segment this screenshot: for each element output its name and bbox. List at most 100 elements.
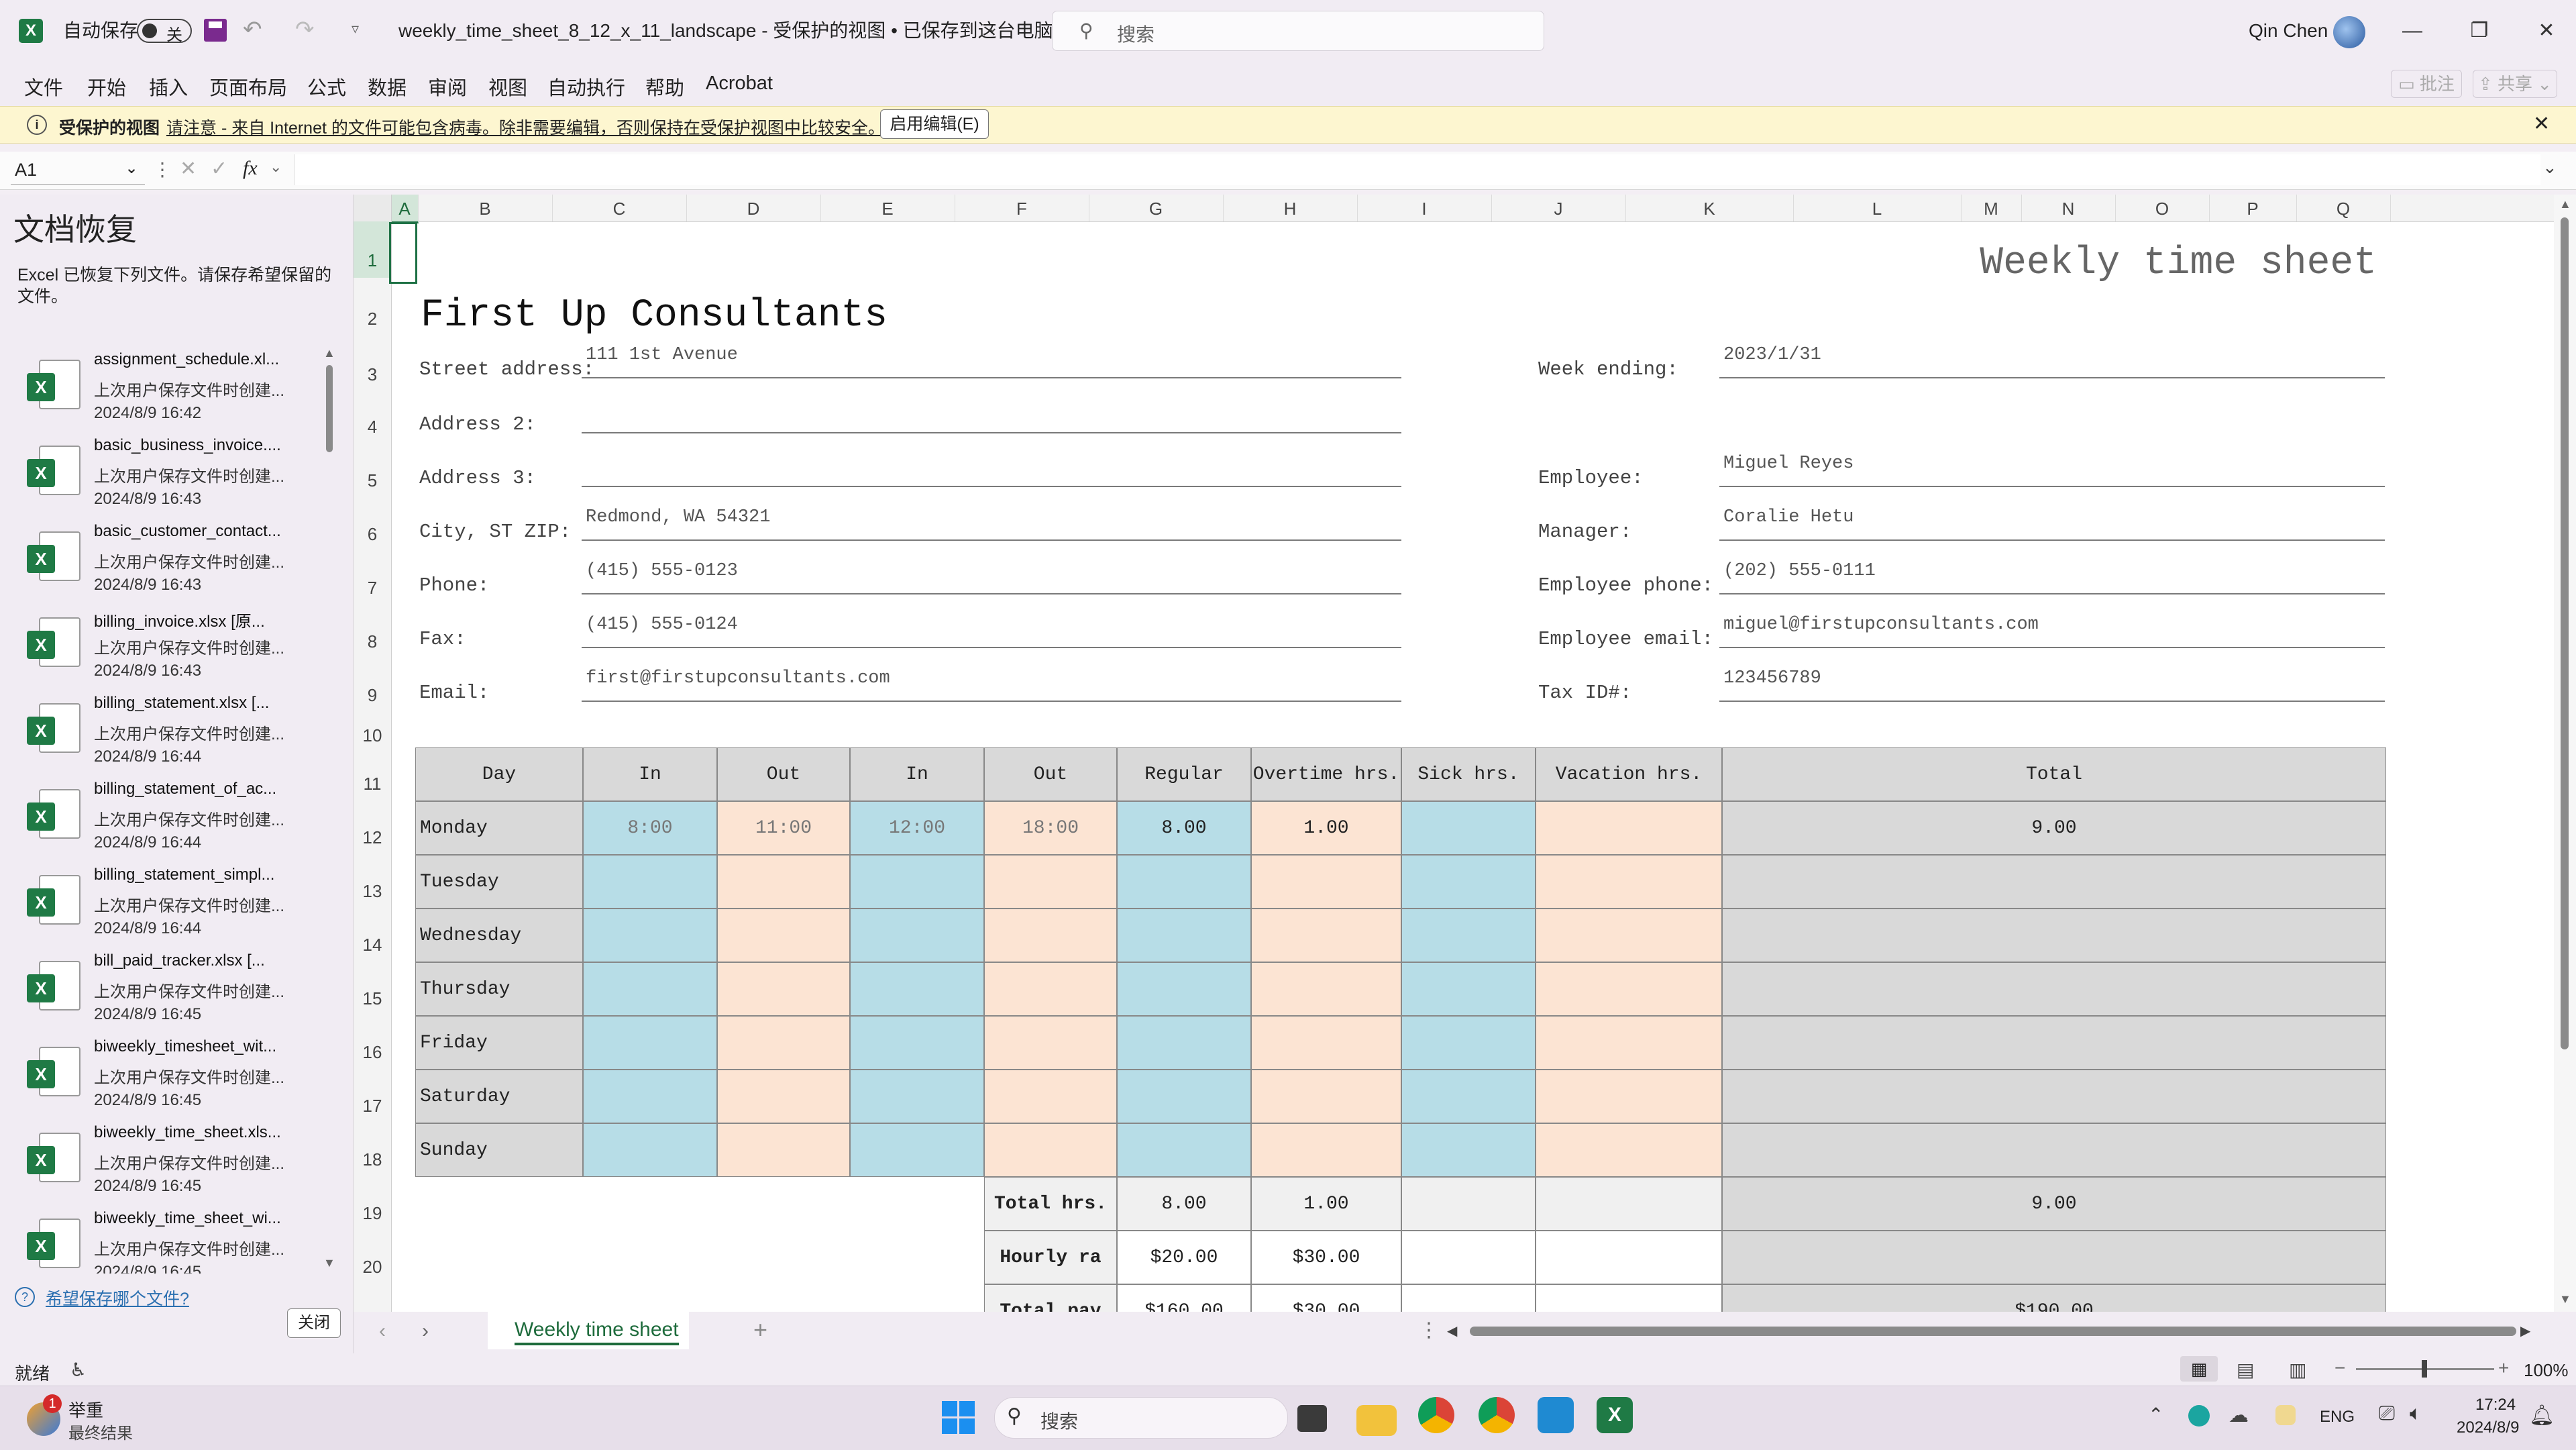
time-cell[interactable]: [1117, 1123, 1251, 1177]
time-cell[interactable]: [1722, 962, 2386, 1016]
company-name[interactable]: First Up Consultants: [421, 294, 888, 338]
time-cell[interactable]: [850, 1070, 984, 1123]
column-header-n[interactable]: N: [2021, 195, 2116, 221]
time-cell[interactable]: [1722, 909, 2386, 962]
menu-page-layout[interactable]: 页面布局: [209, 72, 287, 101]
sheet-tab-weekly-time-sheet[interactable]: Weekly time sheet: [488, 1312, 689, 1349]
sheet-heading[interactable]: Weekly time sheet: [1668, 242, 2377, 285]
column-header-g[interactable]: G: [1089, 195, 1224, 221]
time-cell[interactable]: [1117, 909, 1251, 962]
expand-formula-icon[interactable]: ⌄: [2542, 157, 2557, 178]
totals-cell[interactable]: [1722, 1231, 2386, 1284]
share-button[interactable]: ⇪ 共享 ⌄: [2473, 70, 2557, 98]
time-cell[interactable]: [583, 1016, 717, 1070]
row-header-19[interactable]: 19: [354, 1176, 391, 1229]
column-header-m[interactable]: M: [1961, 195, 2022, 221]
menu-home[interactable]: 开始: [87, 72, 126, 101]
tab-split-handle[interactable]: ⋮: [1419, 1318, 1439, 1342]
redo-icon[interactable]: ↷: [295, 16, 315, 43]
time-cell[interactable]: [1536, 909, 1722, 962]
column-header-k[interactable]: K: [1625, 195, 1794, 221]
totals-cell[interactable]: $30.00: [1251, 1284, 1401, 1312]
task-view-icon[interactable]: [1297, 1405, 1327, 1432]
column-header-a[interactable]: A: [391, 195, 419, 223]
time-cell[interactable]: [1401, 801, 1536, 855]
row-header-15[interactable]: 15: [354, 961, 391, 1015]
vscode-icon[interactable]: [1538, 1397, 1574, 1433]
row-header-3[interactable]: 3: [354, 337, 391, 391]
time-cell[interactable]: [1117, 962, 1251, 1016]
row-header-18[interactable]: 18: [354, 1122, 391, 1176]
prev-sheet-icon[interactable]: ‹: [379, 1320, 386, 1343]
time-cell[interactable]: [984, 1123, 1117, 1177]
close-window-button[interactable]: ✕: [2513, 0, 2576, 62]
time-cell[interactable]: [1401, 1123, 1536, 1177]
recovery-item[interactable]: Xassignment_schedule.xl... 上次用户保存文件时创建...…: [20, 348, 335, 433]
time-cell[interactable]: [583, 1123, 717, 1177]
time-cell[interactable]: [1722, 1016, 2386, 1070]
zoom-level[interactable]: 100%: [2524, 1360, 2569, 1381]
restore-button[interactable]: ❐: [2446, 0, 2513, 62]
h-scroll-right-icon[interactable]: ▶: [2520, 1323, 2530, 1339]
column-header-f[interactable]: F: [955, 195, 1089, 221]
time-cell[interactable]: [1401, 1070, 1536, 1123]
menu-formulas[interactable]: 公式: [307, 72, 346, 101]
row-header-14[interactable]: 14: [354, 907, 391, 961]
vertical-scrollbar[interactable]: ▲ ▼: [2554, 195, 2576, 1312]
zoom-slider[interactable]: [2356, 1360, 2494, 1378]
chrome-profile-icon[interactable]: [1479, 1397, 1515, 1433]
row-header-1[interactable]: 1: [354, 221, 391, 278]
field-value[interactable]: Miguel Reyes: [1723, 454, 1854, 474]
time-cell[interactable]: [1536, 1016, 1722, 1070]
time-cell[interactable]: [1117, 1016, 1251, 1070]
column-header-d[interactable]: D: [686, 195, 821, 221]
column-header-p[interactable]: P: [2209, 195, 2297, 221]
row-header-8[interactable]: 8: [354, 604, 391, 658]
totals-cell[interactable]: 8.00: [1117, 1177, 1251, 1231]
start-button[interactable]: [942, 1401, 975, 1435]
column-header-b[interactable]: B: [418, 195, 553, 221]
field-value[interactable]: 111 1st Avenue: [586, 345, 738, 365]
time-cell[interactable]: [1251, 1070, 1401, 1123]
column-header-i[interactable]: I: [1357, 195, 1492, 221]
totals-cell[interactable]: 1.00: [1251, 1177, 1401, 1231]
h-scroll-left-icon[interactable]: ◀: [1447, 1323, 1457, 1339]
time-cell[interactable]: 8:00: [583, 801, 717, 855]
worksheet-grid[interactable]: ABCDEFGHIJKLMNOPQ 1 2 3 4 5 6 7 8 9 10 11 12 13 14 15 1…: [354, 195, 2554, 1312]
zoom-in-icon[interactable]: +: [2498, 1357, 2509, 1379]
comment-button[interactable]: ▭ 批注: [2391, 70, 2462, 98]
next-sheet-icon[interactable]: ›: [422, 1320, 429, 1343]
time-cell[interactable]: 1.00: [1251, 801, 1401, 855]
row-header-7[interactable]: 7: [354, 550, 391, 604]
time-cell[interactable]: [984, 962, 1117, 1016]
cancel-icon[interactable]: ✕: [180, 157, 197, 180]
name-box[interactable]: A1 ⌄: [11, 156, 145, 185]
row-header-10[interactable]: 10: [354, 711, 391, 746]
totals-cell[interactable]: [1401, 1284, 1536, 1312]
onedrive-icon[interactable]: ☁: [2229, 1404, 2249, 1427]
taskbar-search[interactable]: ⚲ 搜索: [994, 1397, 1288, 1439]
time-cell[interactable]: [1401, 855, 1536, 909]
recovery-item[interactable]: Xbill_paid_tracker.xlsx [... 上次用户保存文件时创建.…: [20, 949, 335, 1035]
v-scroll-thumb[interactable]: [2561, 217, 2569, 1049]
menu-data[interactable]: 数据: [368, 72, 407, 101]
recovery-scrollbar[interactable]: ▲ ▼: [323, 346, 335, 1272]
time-cell[interactable]: [583, 909, 717, 962]
totals-cell[interactable]: 9.00: [1722, 1177, 2386, 1231]
time-cell[interactable]: [1536, 1123, 1722, 1177]
time-cell[interactable]: [1722, 855, 2386, 909]
user-name[interactable]: Qin Chen: [2249, 0, 2328, 62]
avatar[interactable]: [2333, 16, 2365, 48]
recovery-item[interactable]: Xbilling_statement_of_ac... 上次用户保存文件时创建..…: [20, 777, 335, 863]
fx-dropdown-icon[interactable]: ⌄: [270, 158, 282, 176]
enter-icon[interactable]: ✓: [211, 157, 227, 180]
time-cell[interactable]: [717, 909, 850, 962]
recovery-item[interactable]: Xbasic_customer_contact... 上次用户保存文件时创建...…: [20, 519, 335, 605]
time-cell[interactable]: [1251, 1123, 1401, 1177]
row-header-5[interactable]: 5: [354, 443, 391, 497]
v-scroll-up-icon[interactable]: ▲: [2559, 197, 2571, 211]
insert-function-icon[interactable]: fx: [243, 157, 258, 180]
menu-help[interactable]: 帮助: [645, 72, 684, 101]
column-header-c[interactable]: C: [552, 195, 687, 221]
totals-cell[interactable]: [1401, 1177, 1536, 1231]
